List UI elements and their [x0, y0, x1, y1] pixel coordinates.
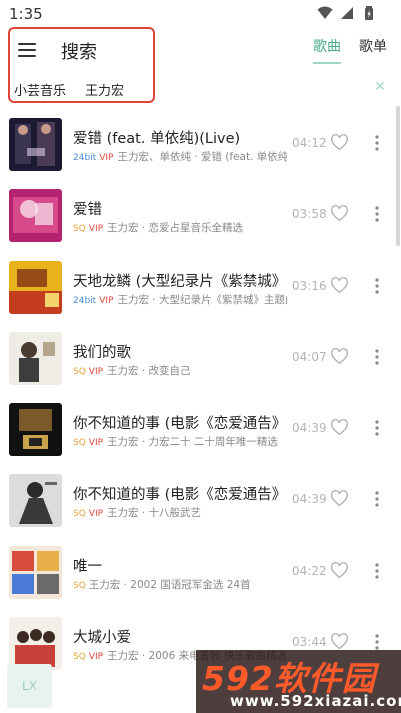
more-options-icon[interactable] [375, 563, 379, 579]
vip-badge: VIP [88, 509, 104, 520]
song-duration: 04:12 [292, 136, 327, 150]
song-title: 我们的歌 [73, 344, 131, 361]
heart-icon[interactable] [330, 134, 349, 151]
vip-badge: VIP [88, 224, 104, 235]
song-duration: 04:22 [292, 563, 327, 578]
song-list: 爱错 (feat. 单依纯)(Live) 24bit VIP 王力宏、单依纯 · 爱… [0, 107, 401, 677]
heart-icon[interactable] [330, 276, 349, 294]
quality-badge: 24bit [73, 153, 97, 163]
song-duration: 03:44 [292, 635, 327, 650]
heart-icon[interactable] [330, 490, 349, 507]
album-cover [9, 260, 62, 314]
watermark-url: www.592xiazai.com [230, 692, 401, 710]
quality-badge: SQ [73, 224, 86, 235]
song-row[interactable]: 唯一 SQ 王力宏 · 2002 国语冠军金选 24首 04:22 [0, 535, 401, 606]
wifi-icon [317, 6, 333, 19]
player-logo-badge[interactable]: LX [7, 664, 52, 708]
search-header-highlight: 搜索 小芸音乐 王力宏 [8, 27, 155, 103]
heart-icon[interactable] [330, 205, 349, 222]
tab-songs[interactable]: 歌曲 [313, 36, 341, 64]
heart-icon[interactable] [330, 561, 349, 579]
quality-badge: SQ [73, 580, 86, 591]
song-row[interactable]: 你不知道的事 (电影《恋爱通告》主题曲) SQVIP王力宏 · 力宏二十 二十周… [0, 392, 401, 463]
artist-album: 王力宏 · 恋爱占星音乐全精选 [107, 222, 244, 235]
song-duration: 04:39 [292, 492, 327, 507]
more-options-icon[interactable] [375, 135, 379, 151]
album-cover [9, 331, 62, 385]
song-title: 爱错 (feat. 单依纯)(Live) [73, 131, 241, 147]
song-title: 天地龙鳞 (大型纪录片《紫禁城》主题曲) [73, 273, 287, 290]
quality-badge: SQ [73, 509, 86, 520]
song-row[interactable]: 爱错 (feat. 单依纯)(Live) 24bit VIP 王力宏、单依纯 · 爱… [0, 107, 401, 178]
album-cover [9, 617, 62, 671]
song-meta: SQ VIP 王力宏 · 改变自己 [73, 363, 287, 378]
more-options-icon[interactable] [375, 277, 379, 294]
vip-badge: VIP [99, 153, 114, 163]
keyword-chip[interactable]: 小芸音乐 [14, 80, 66, 99]
song-meta: SQ VIP 王力宏 · 力宏二十 二十周年唯一精选 [73, 434, 287, 449]
song-meta: SQ VIP 王力宏 · 十八般武艺 [73, 505, 287, 520]
song-duration: 03:58 [292, 207, 327, 222]
quality-badge: 24bit [73, 295, 97, 306]
close-icon[interactable]: ✕ [374, 79, 386, 95]
album-cover [9, 545, 62, 599]
song-duration: 04:07 [292, 349, 327, 364]
quality-badge: SQ [73, 438, 86, 449]
vip-badge: VIP [88, 438, 104, 449]
song-title: 你不知道的事 (电影《恋爱通告》主题曲) [73, 416, 287, 433]
song-meta: 24bit VIP 王力宏 · 大型纪录片《紫禁城》主题曲 [73, 292, 287, 307]
song-meta: SQ VIP 王力宏 · 恋爱占星音乐全精选 [73, 220, 287, 235]
more-options-icon[interactable] [375, 349, 379, 365]
song-row[interactable]: 天地龙鳞 (大型纪录片《紫禁城》主题曲) 24bitVIP王力宏 · 大型纪录片… [0, 250, 401, 321]
album-cover [9, 403, 62, 457]
keyword-chip[interactable]: 王力宏 [85, 80, 124, 99]
battery-icon [365, 6, 373, 20]
artist-album: 王力宏 · 2002 国语冠军金选 24首 [88, 578, 251, 591]
more-options-icon[interactable] [375, 491, 379, 508]
more-options-icon[interactable] [375, 206, 379, 222]
tab-playlists[interactable]: 歌单 [359, 36, 387, 64]
quality-badge: SQ [73, 366, 86, 377]
status-bar: 1:35 [0, 0, 401, 28]
artist-album: 王力宏 · 十八般武艺 [107, 507, 202, 520]
status-time: 1:35 [9, 5, 43, 23]
quality-badge: SQ [73, 652, 86, 663]
album-cover [9, 474, 62, 528]
page-title: 搜索 [61, 42, 97, 63]
vip-badge: VIP [99, 295, 114, 306]
song-duration: 04:39 [292, 421, 327, 436]
heart-icon[interactable] [330, 348, 349, 365]
search-keywords: 小芸音乐 王力宏 [14, 80, 124, 99]
result-tabs: 歌曲 歌单 [313, 36, 387, 64]
vip-badge: VIP [88, 652, 104, 663]
album-cover [9, 118, 62, 171]
song-row[interactable]: 爱错 SQ VIP 王力宏 · 恋爱占星音乐全精选 03:58 [0, 178, 401, 249]
watermark: 592软件园 www.592xiazai.com [196, 650, 401, 713]
song-duration: 03:16 [292, 278, 327, 293]
album-cover [9, 189, 62, 243]
song-row[interactable]: 我们的歌 SQ VIP 王力宏 · 改变自己 04:07 [0, 321, 401, 392]
song-row[interactable]: 你不知道的事 (电影《恋爱通告》主题曲) SQVIP王力宏 · 十八般武艺 04… [0, 463, 401, 534]
song-meta: 24bitVIP王力宏、单依纯 · 爱错 (feat. 单依纯)(Live) [73, 149, 287, 164]
artist-album: 王力宏、单依纯 · 爱错 (feat. 单依纯)(Live) [117, 151, 287, 163]
artist-album: 王力宏 · 力宏二十 二十周年唯一精选 [107, 436, 278, 449]
heart-icon[interactable] [330, 633, 349, 650]
vip-badge: VIP [88, 366, 104, 377]
song-title: 你不知道的事 (电影《恋爱通告》主题曲) [73, 487, 287, 504]
menu-icon[interactable] [18, 42, 36, 58]
signal-icon [341, 7, 353, 19]
artist-album: 王力宏 · 大型纪录片《紫禁城》主题曲 [117, 293, 287, 306]
heart-icon[interactable] [330, 419, 349, 436]
song-title: 唯一 [73, 558, 102, 575]
status-icons [317, 5, 377, 21]
song-meta: SQ 王力宏 · 2002 国语冠军金选 24首 [73, 577, 287, 592]
more-options-icon[interactable] [375, 634, 379, 650]
song-title: 大城小爱 [73, 630, 131, 647]
song-title: 爱错 [73, 202, 102, 219]
more-options-icon[interactable] [375, 420, 379, 436]
artist-album: 王力宏 · 改变自己 [107, 364, 191, 377]
